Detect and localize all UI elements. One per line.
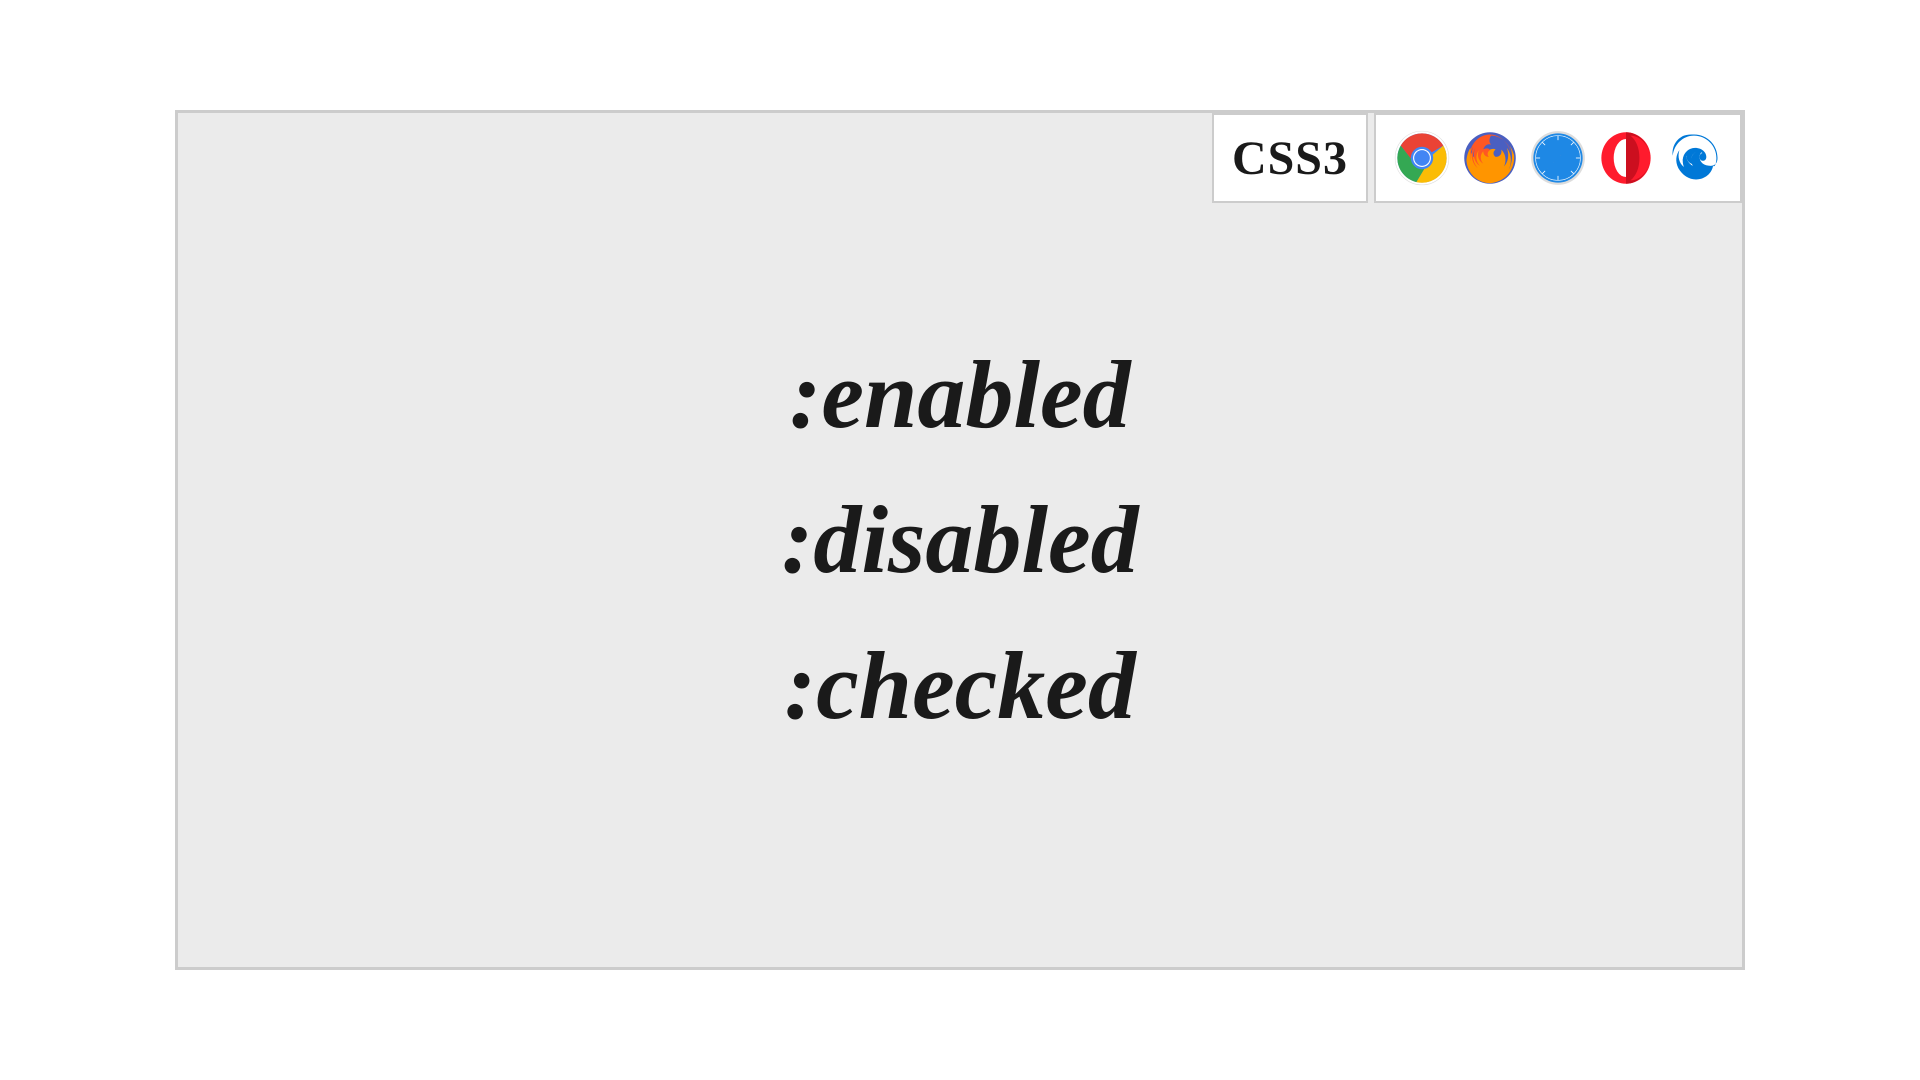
browser-support-badge [1374, 113, 1742, 203]
badge-row: CSS3 [1212, 113, 1742, 203]
css3-label: CSS3 [1232, 131, 1348, 186]
slide-content: :enabled :disabled :checked [781, 337, 1138, 743]
safari-icon [1530, 130, 1586, 186]
chrome-icon [1394, 130, 1450, 186]
edge-icon [1666, 130, 1722, 186]
selector-enabled: :enabled [789, 337, 1130, 452]
selector-checked: :checked [784, 628, 1136, 743]
css3-badge: CSS3 [1212, 113, 1368, 203]
firefox-icon [1462, 130, 1518, 186]
slide-container: CSS3 [175, 110, 1745, 970]
opera-icon [1598, 130, 1654, 186]
selector-disabled: :disabled [781, 482, 1138, 597]
